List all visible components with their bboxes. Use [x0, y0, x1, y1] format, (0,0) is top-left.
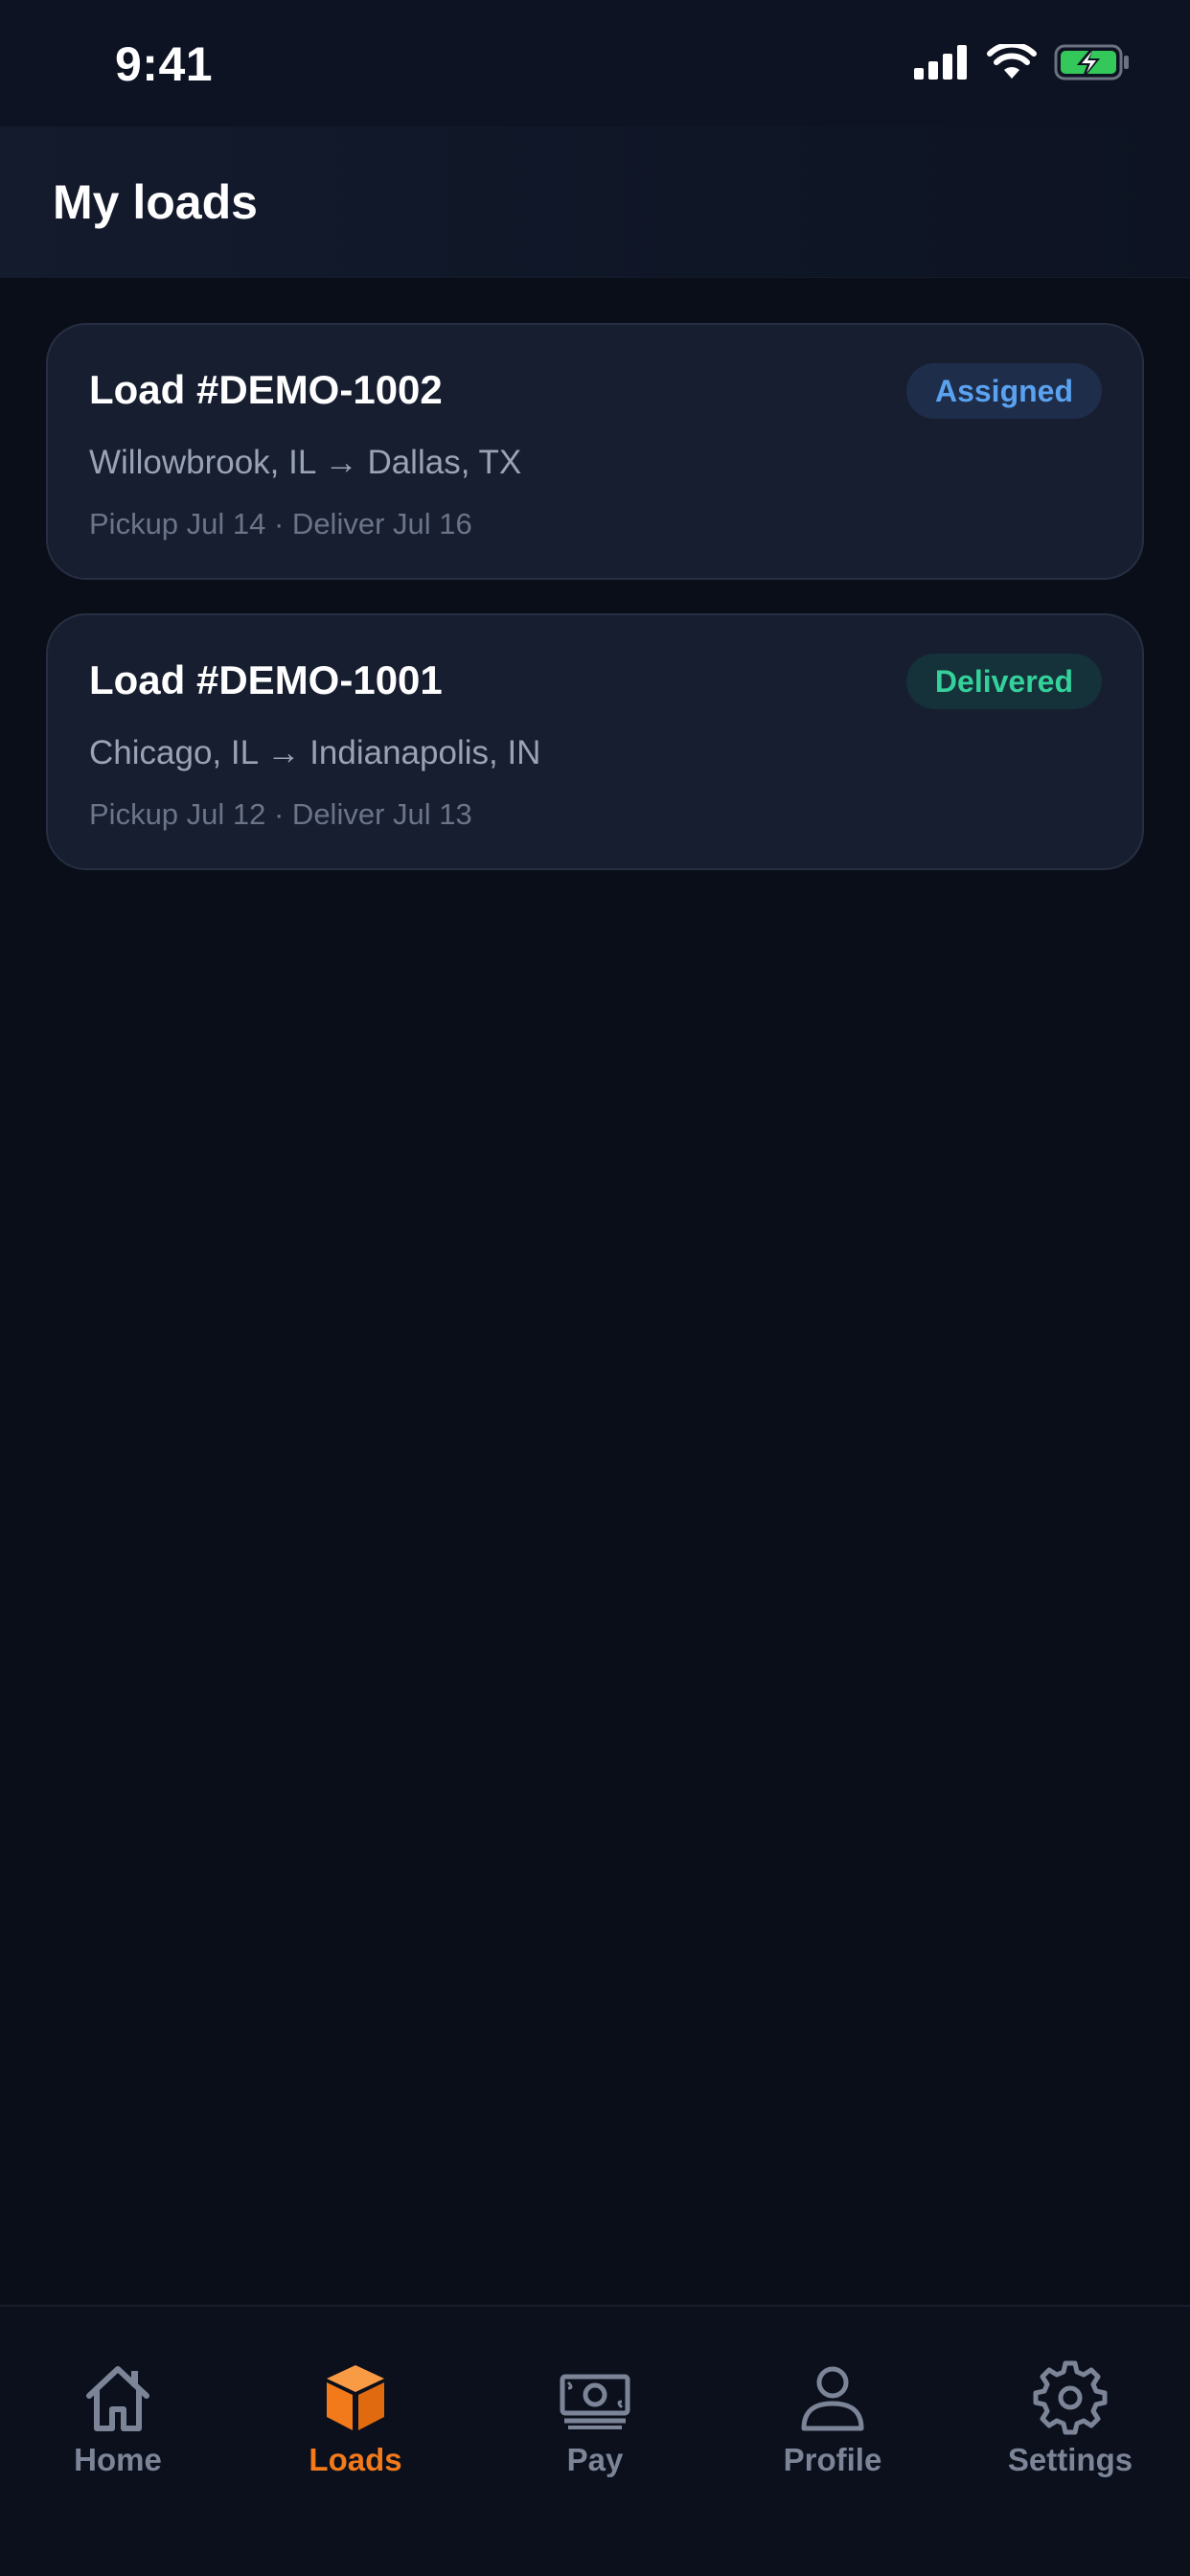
- tab-label: Pay: [566, 2442, 624, 2477]
- tab-profile[interactable]: Profile: [737, 2359, 928, 2494]
- cash-icon: [560, 2374, 630, 2429]
- tab-label: Home: [74, 2442, 162, 2477]
- load-title: Load #DEMO-1001: [89, 657, 443, 702]
- load-dates: Pickup Jul 14 · Deliver Jul 16: [89, 507, 472, 540]
- tab-bar: Home Loads Pay Profile Settings: [0, 2305, 1190, 2576]
- tab-label: Settings: [1007, 2442, 1133, 2477]
- status-badge: Assigned: [905, 363, 1102, 419]
- battery-charging-icon: [1054, 44, 1129, 80]
- load-title: Load #DEMO-1002: [89, 367, 443, 412]
- tab-label: Profile: [783, 2442, 882, 2477]
- status-bar: 9:41: [0, 0, 1190, 126]
- home-icon: [86, 2366, 149, 2431]
- cellular-signal-icon: [914, 45, 967, 80]
- tab-label: Loads: [309, 2442, 402, 2477]
- load-card[interactable]: Load #DEMO-1001 Delivered Chicago, IL → …: [46, 613, 1144, 870]
- status-badge: Delivered: [905, 654, 1102, 709]
- page-title: My loads: [53, 175, 258, 229]
- tab-pay[interactable]: Pay: [499, 2359, 691, 2494]
- tab-settings[interactable]: Settings: [974, 2359, 1166, 2494]
- load-route: Chicago, IL → Indianapolis, IN: [89, 734, 541, 771]
- loads-screen: 9:41 My loads Load #DEMO-1002 Assigned W…: [0, 0, 1190, 2576]
- person-icon: [801, 2366, 864, 2431]
- load-list: Load #DEMO-1002 Assigned Willowbrook, IL…: [46, 323, 1144, 904]
- tab-home[interactable]: Home: [22, 2359, 214, 2494]
- load-card[interactable]: Load #DEMO-1002 Assigned Willowbrook, IL…: [46, 323, 1144, 580]
- status-time: 9:41: [115, 37, 214, 91]
- box-icon: [327, 2365, 384, 2430]
- wifi-icon: [987, 44, 1037, 79]
- status-icons: [914, 44, 1131, 80]
- load-dates: Pickup Jul 12 · Deliver Jul 13: [89, 797, 472, 831]
- page-header: My loads: [0, 126, 1190, 278]
- tab-loads[interactable]: Loads: [260, 2359, 451, 2494]
- gear-icon: [1033, 2360, 1108, 2435]
- load-route: Willowbrook, IL → Dallas, TX: [89, 444, 522, 481]
